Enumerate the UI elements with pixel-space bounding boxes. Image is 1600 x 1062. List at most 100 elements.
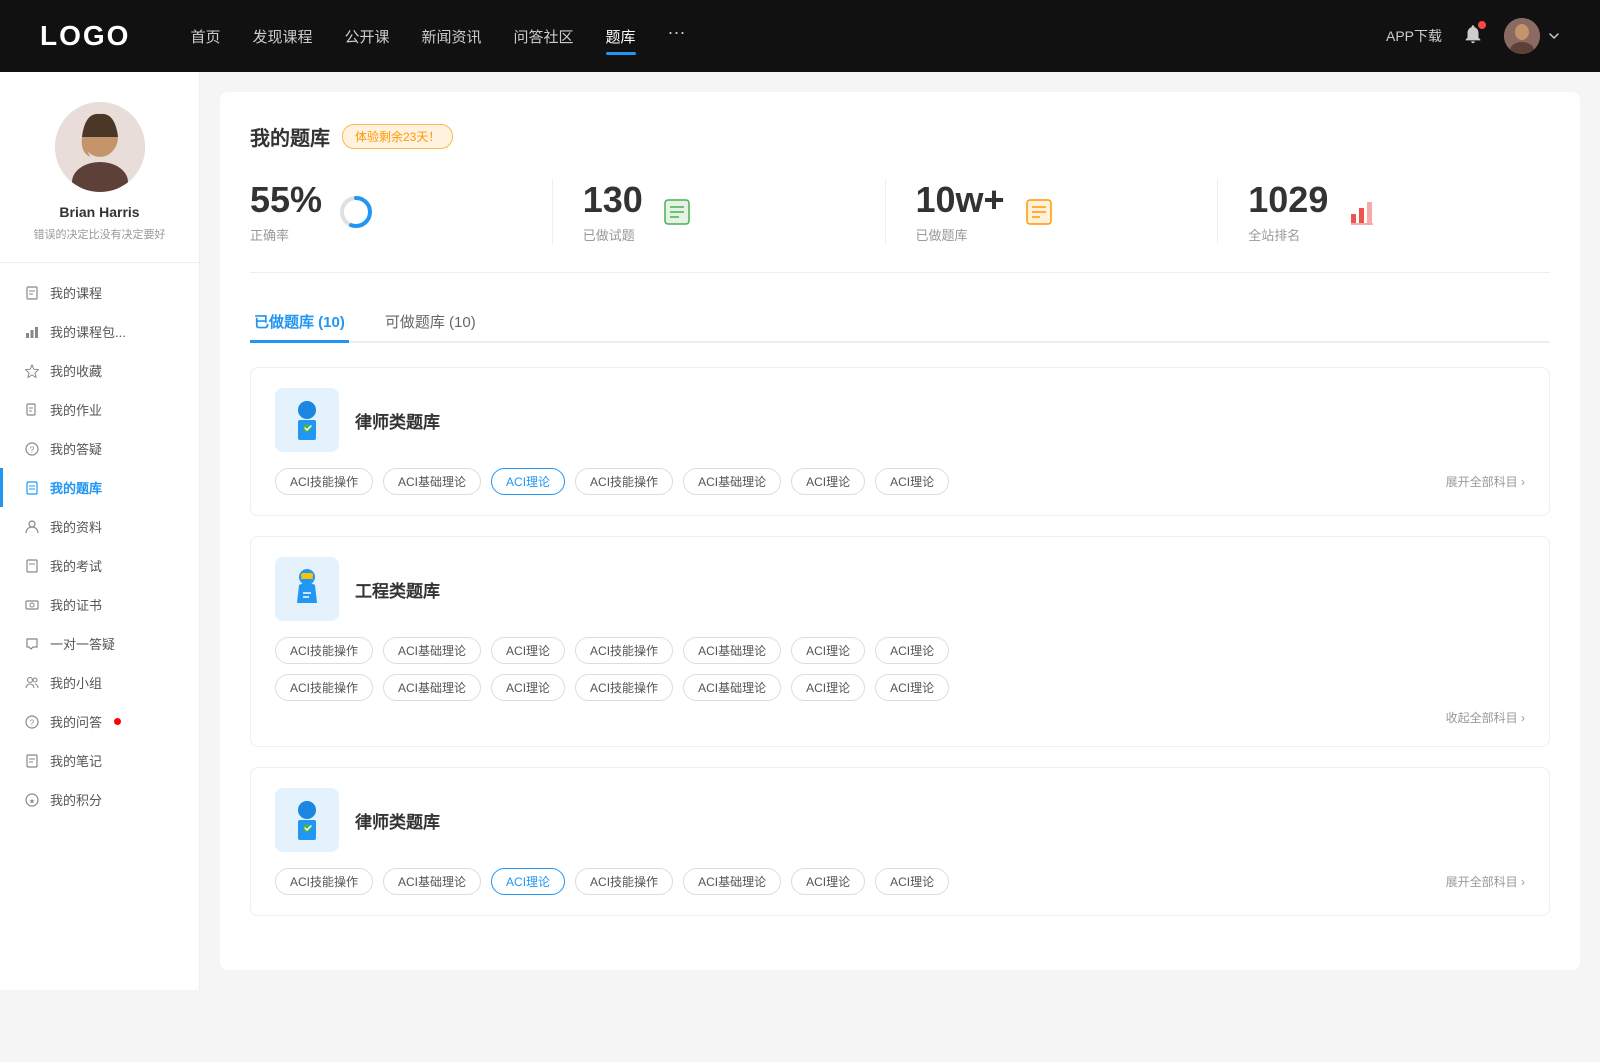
paper-icon <box>24 558 40 574</box>
stat-rank-label: 全站排名 <box>1248 225 1328 244</box>
score-icon: ★ <box>24 792 40 808</box>
grid-icon <box>1019 192 1059 232</box>
stat-done-questions: 130 已做试题 <box>553 179 886 244</box>
bank-tag[interactable]: ACI理论 <box>791 674 865 701</box>
notification-dot <box>1478 21 1486 29</box>
expand-link-3[interactable]: 展开全部科目 › <box>1446 873 1525 890</box>
nav-news[interactable]: 新闻资讯 <box>422 22 482 51</box>
bank-tags-1: ACI技能操作 ACI基础理论 ACI理论 ACI技能操作 ACI基础理论 AC… <box>275 468 1446 495</box>
chat-icon <box>24 636 40 652</box>
notification-bell[interactable] <box>1462 23 1484 50</box>
stat-accuracy-label: 正确率 <box>250 225 322 244</box>
bank-tag[interactable]: ACI技能操作 <box>575 674 673 701</box>
bank-card-header-1: 律师类题库 <box>275 388 1525 452</box>
bank-tag[interactable]: ACI理论 <box>875 468 949 495</box>
nav-questionbank[interactable]: 题库 <box>606 22 636 51</box>
bank-title-1: 律师类题库 <box>355 408 440 433</box>
bank-tag[interactable]: ACI理论 <box>791 468 865 495</box>
main-nav: 首页 发现课程 公开课 新闻资讯 问答社区 题库 ··· <box>190 22 1386 51</box>
bank-tags-2-row2: ACI技能操作 ACI基础理论 ACI理论 ACI技能操作 ACI基础理论 AC… <box>275 674 1525 701</box>
stat-rank: 1029 全站排名 <box>1218 179 1550 244</box>
nav-opencourse[interactable]: 公开课 <box>344 22 389 51</box>
user-avatar <box>1504 18 1540 54</box>
sidebar-item-points[interactable]: ★ 我的积分 <box>0 780 199 819</box>
sidebar-item-exam[interactable]: 我的考试 <box>0 546 199 585</box>
bar-icon <box>24 324 40 340</box>
profile-motto: 错误的决定比没有决定要好 <box>34 226 166 242</box>
main-content: 我的题库 体验剩余23天！ 55% 正确率 130 <box>220 92 1580 970</box>
collapse-link[interactable]: 收起全部科目 › <box>275 709 1525 726</box>
sidebar-item-homework[interactable]: 我的作业 <box>0 390 199 429</box>
stat-done-banks-value: 10w+ <box>916 179 1005 221</box>
engineer-icon <box>275 557 339 621</box>
page-header: 我的题库 体验剩余23天！ <box>250 122 1550 151</box>
sidebar-item-favorites[interactable]: 我的收藏 <box>0 351 199 390</box>
sidebar: Brian Harris 错误的决定比没有决定要好 我的课程 我的课程包... <box>0 72 200 990</box>
stat-accuracy: 55% 正确率 <box>250 179 553 244</box>
person-icon <box>24 519 40 535</box>
stats-row: 55% 正确率 130 已做试题 <box>250 179 1550 273</box>
bank-tag[interactable]: ACI理论 <box>875 637 949 664</box>
bank-tag[interactable]: ACI理论 <box>875 674 949 701</box>
bank-tag[interactable]: ACI技能操作 <box>275 468 373 495</box>
stat-done-questions-value: 130 <box>583 179 643 221</box>
sidebar-item-profile[interactable]: 我的资料 <box>0 507 199 546</box>
sidebar-item-one-to-one[interactable]: 一对一答疑 <box>0 624 199 663</box>
nav-discover[interactable]: 发现课程 <box>252 22 312 51</box>
bank-card-header-2: 工程类题库 <box>275 557 1525 621</box>
bank-tag[interactable]: ACI理论 <box>491 674 565 701</box>
stat-done-questions-label: 已做试题 <box>583 225 643 244</box>
bank-tag[interactable]: ACI基础理论 <box>683 674 781 701</box>
svg-text:★: ★ <box>29 797 35 805</box>
sidebar-item-coursepack[interactable]: 我的课程包... <box>0 312 199 351</box>
tab-done-banks[interactable]: 已做题库 (10) <box>250 303 349 343</box>
header: LOGO 首页 发现课程 公开课 新闻资讯 问答社区 题库 ··· APP下载 <box>0 0 1600 72</box>
sidebar-item-certificate[interactable]: 我的证书 <box>0 585 199 624</box>
bank-tag[interactable]: ACI技能操作 <box>275 637 373 664</box>
nav-qa[interactable]: 问答社区 <box>514 22 574 51</box>
sidebar-item-group[interactable]: 我的小组 <box>0 663 199 702</box>
stat-rank-value: 1029 <box>1248 179 1328 221</box>
bank-tag[interactable]: ACI技能操作 <box>275 868 373 895</box>
sidebar-item-notes[interactable]: 我的笔记 <box>0 741 199 780</box>
bank-tag[interactable]: ACI基础理论 <box>383 468 481 495</box>
note-icon <box>24 753 40 769</box>
bank-tag[interactable]: ACI技能操作 <box>575 637 673 664</box>
tab-available-banks[interactable]: 可做题库 (10) <box>381 303 480 343</box>
app-download-link[interactable]: APP下载 <box>1386 26 1442 46</box>
bank-tag[interactable]: ACI基础理论 <box>383 674 481 701</box>
bank-tag[interactable]: ACI基础理论 <box>683 468 781 495</box>
bank-tag[interactable]: ACI技能操作 <box>575 868 673 895</box>
bank-tag-active[interactable]: ACI理论 <box>491 468 565 495</box>
bank-card-lawyer-1: 律师类题库 ACI技能操作 ACI基础理论 ACI理论 ACI技能操作 ACI基… <box>250 367 1550 516</box>
star-icon <box>24 363 40 379</box>
svg-text:?: ? <box>30 445 35 454</box>
nav-more[interactable]: ··· <box>668 22 686 51</box>
sidebar-item-myqa[interactable]: ? 我的问答 <box>0 702 199 741</box>
sidebar-item-course[interactable]: 我的课程 <box>0 273 199 312</box>
bank-tag[interactable]: ACI理论 <box>791 637 865 664</box>
page-title: 我的题库 <box>250 122 330 151</box>
bank-tag[interactable]: ACI基础理论 <box>383 868 481 895</box>
bank-card-lawyer-2: 律师类题库 ACI技能操作 ACI基础理论 ACI理论 ACI技能操作 ACI基… <box>250 767 1550 916</box>
bank-tag[interactable]: ACI理论 <box>875 868 949 895</box>
bank-tag-active[interactable]: ACI理论 <box>491 868 565 895</box>
nav-home[interactable]: 首页 <box>190 22 220 51</box>
question-icon: ? <box>24 441 40 457</box>
sidebar-item-questionbank[interactable]: 我的题库 <box>0 468 199 507</box>
user-avatar-wrapper[interactable] <box>1504 18 1560 54</box>
bank-tag[interactable]: ACI基础理论 <box>683 868 781 895</box>
bank-tag[interactable]: ACI基础理论 <box>383 637 481 664</box>
stat-done-banks-label: 已做题库 <box>916 225 1005 244</box>
lawyer-icon <box>275 388 339 452</box>
bank-tag[interactable]: ACI技能操作 <box>275 674 373 701</box>
bank-tag[interactable]: ACI技能操作 <box>575 468 673 495</box>
profile-section: Brian Harris 错误的决定比没有决定要好 <box>0 102 199 263</box>
qa-icon: ? <box>24 714 40 730</box>
expand-link-1[interactable]: 展开全部科目 › <box>1446 473 1525 490</box>
bank-tag[interactable]: ACI理论 <box>491 637 565 664</box>
sidebar-item-qa[interactable]: ? 我的答疑 <box>0 429 199 468</box>
bank-tag[interactable]: ACI理论 <box>791 868 865 895</box>
qa-notification-dot <box>114 718 121 725</box>
bank-tag[interactable]: ACI基础理论 <box>683 637 781 664</box>
